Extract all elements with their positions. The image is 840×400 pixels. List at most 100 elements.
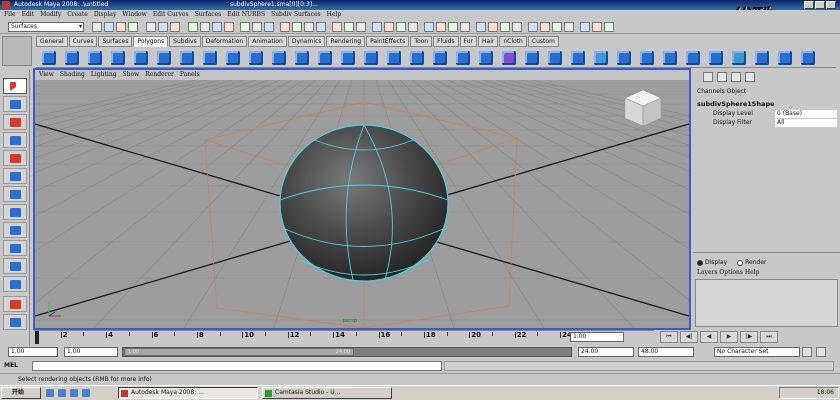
- status-tool-icon[interactable]: [316, 22, 326, 32]
- channel-box-layout-icon[interactable]: [703, 72, 713, 82]
- menu-edit-nurbs[interactable]: Edit NURBS: [227, 10, 265, 20]
- channel-box-toggle-icon[interactable]: [745, 72, 755, 82]
- status-tool-icon[interactable]: [264, 22, 274, 32]
- shelf-polygon-tool-icon[interactable]: [410, 51, 424, 65]
- shelf-polygon-tool-icon[interactable]: [226, 51, 240, 65]
- shelf-polygon-tool-icon[interactable]: [387, 51, 401, 65]
- radio-render[interactable]: Render: [737, 259, 767, 266]
- shelf-polygon-tool-icon[interactable]: [548, 51, 562, 65]
- shelf-polygon-tool-icon[interactable]: [249, 51, 263, 65]
- shelf-tab-animation[interactable]: Animation: [248, 36, 287, 47]
- playback-start-field[interactable]: 1.00: [64, 347, 118, 357]
- status-tool-icon[interactable]: [292, 22, 302, 32]
- shelf-polygon-tool-icon[interactable]: [686, 51, 700, 65]
- quicklaunch-media-icon[interactable]: [70, 389, 78, 397]
- channel-value[interactable]: 0 (Base): [775, 110, 837, 118]
- subdiv-sphere[interactable]: [279, 124, 449, 282]
- time-slider[interactable]: 2 4 6 8 10 12 14 16 18 20 22 24: [34, 330, 654, 344]
- status-tool-icon[interactable]: [128, 22, 138, 32]
- select-tool-button[interactable]: [3, 78, 27, 94]
- shelf-polygon-tool-icon[interactable]: [502, 51, 516, 65]
- layer-list[interactable]: [695, 279, 838, 327]
- status-tool-icon[interactable]: [436, 22, 446, 32]
- shelf-tab-deformation[interactable]: Deformation: [201, 36, 248, 47]
- menu-display[interactable]: Display: [94, 10, 117, 20]
- status-tool-icon[interactable]: [116, 22, 126, 32]
- shelf-polygon-tool-icon[interactable]: [525, 51, 539, 65]
- status-tool-icon[interactable]: [356, 22, 366, 32]
- shelf-polygon-tool-icon[interactable]: [640, 51, 654, 65]
- channel-value[interactable]: All: [775, 119, 837, 127]
- status-tool-icon[interactable]: [304, 22, 314, 32]
- shelf-polygon-tool-icon[interactable]: [42, 51, 56, 65]
- status-tool-icon[interactable]: [372, 22, 382, 32]
- shelf-tab-hair[interactable]: Hair: [478, 36, 499, 47]
- shelf-polygon-tool-icon[interactable]: [272, 51, 286, 65]
- move-tool-button[interactable]: [3, 132, 27, 148]
- vp-menu-lighting[interactable]: Lighting: [91, 70, 117, 80]
- rotate-tool-button[interactable]: [3, 150, 27, 166]
- status-tool-icon[interactable]: [158, 22, 168, 32]
- shelf-tab-subdivs[interactable]: Subdivs: [169, 36, 201, 47]
- shelf-tab-surfaces[interactable]: Surfaces: [98, 36, 133, 47]
- shelf-polygon-tool-icon[interactable]: [709, 51, 723, 65]
- shelf-tab-custom[interactable]: Custom: [527, 36, 559, 47]
- shelf-polygon-tool-icon[interactable]: [318, 51, 332, 65]
- menu-help[interactable]: Help: [327, 10, 342, 20]
- status-tool-icon[interactable]: [332, 22, 342, 32]
- vp-menu-show[interactable]: Show: [123, 70, 140, 80]
- radio-display[interactable]: Display: [697, 259, 727, 266]
- shelf-tab-general[interactable]: General: [36, 36, 68, 47]
- shelf-polygon-tool-icon[interactable]: [341, 51, 355, 65]
- shelf-polygon-tool-icon[interactable]: [617, 51, 631, 65]
- channel-box-menu[interactable]: Channels Object: [697, 88, 746, 95]
- status-tool-icon[interactable]: [540, 22, 550, 32]
- key-icon[interactable]: [802, 347, 812, 357]
- status-tool-icon[interactable]: [92, 22, 102, 32]
- step-back-button[interactable]: ◀|: [680, 331, 698, 343]
- shelf-polygon-tool-icon[interactable]: [778, 51, 792, 65]
- shelf-polygon-tool-icon[interactable]: [65, 51, 79, 65]
- tool-settings-icon[interactable]: [731, 72, 741, 82]
- shelf-polygon-tool-icon[interactable]: [157, 51, 171, 65]
- shelf-menu-button[interactable]: [2, 36, 32, 66]
- shelf-polygon-tool-icon[interactable]: [180, 51, 194, 65]
- animation-end-field[interactable]: 48.00: [638, 347, 694, 357]
- shelf-tab-polygons[interactable]: Polygons: [133, 36, 169, 47]
- shelf-tab-fur[interactable]: Fur: [459, 36, 478, 47]
- status-tool-icon[interactable]: [384, 22, 394, 32]
- manipulator-tool-button[interactable]: [3, 186, 27, 202]
- shelf-tab-rendering[interactable]: Rendering: [326, 36, 366, 47]
- task-camtasia[interactable]: Camtasia Studio - U...: [262, 387, 392, 399]
- scale-tool-button[interactable]: [3, 168, 27, 184]
- shelf-polygon-tool-icon[interactable]: [755, 51, 769, 65]
- soft-mod-tool-button[interactable]: [3, 204, 27, 220]
- node-name[interactable]: subdivSphere1Shape: [697, 100, 775, 108]
- shelf-polygon-tool-icon[interactable]: [571, 51, 585, 65]
- status-tool-icon[interactable]: [252, 22, 262, 32]
- minimize-button[interactable]: [804, 1, 814, 9]
- shelf-polygon-tool-icon[interactable]: [732, 51, 746, 65]
- shelf-polygon-tool-icon[interactable]: [456, 51, 470, 65]
- shelf-polygon-tool-icon[interactable]: [295, 51, 309, 65]
- shelf-tab-painteffects[interactable]: PaintEffects: [366, 36, 410, 47]
- shelf-polygon-tool-icon[interactable]: [111, 51, 125, 65]
- layer-editor-menu[interactable]: Layers Options Help: [697, 269, 759, 276]
- last-tool-button[interactable]: [3, 240, 27, 256]
- menu-file[interactable]: File: [4, 10, 16, 20]
- play-backward-button[interactable]: ◀: [700, 331, 718, 343]
- autokey-icon[interactable]: [816, 347, 826, 357]
- quicklaunch-ie-icon[interactable]: [46, 389, 54, 397]
- menu-surfaces[interactable]: Surfaces: [195, 10, 222, 20]
- lasso-tool-button[interactable]: [3, 96, 27, 112]
- shelf-tab-curves[interactable]: Curves: [68, 36, 98, 47]
- shelf-polygon-tool-icon[interactable]: [88, 51, 102, 65]
- status-tool-icon[interactable]: [460, 22, 470, 32]
- status-tool-icon[interactable]: [104, 22, 114, 32]
- status-tool-icon[interactable]: [552, 22, 562, 32]
- shelf-polygon-tool-icon[interactable]: [364, 51, 378, 65]
- view-cube-icon[interactable]: [624, 89, 662, 127]
- vp-menu-renderer[interactable]: Renderer: [145, 70, 174, 80]
- go-to-start-button[interactable]: ⏮: [660, 331, 678, 343]
- show-manipulator-tool-button[interactable]: [3, 222, 27, 238]
